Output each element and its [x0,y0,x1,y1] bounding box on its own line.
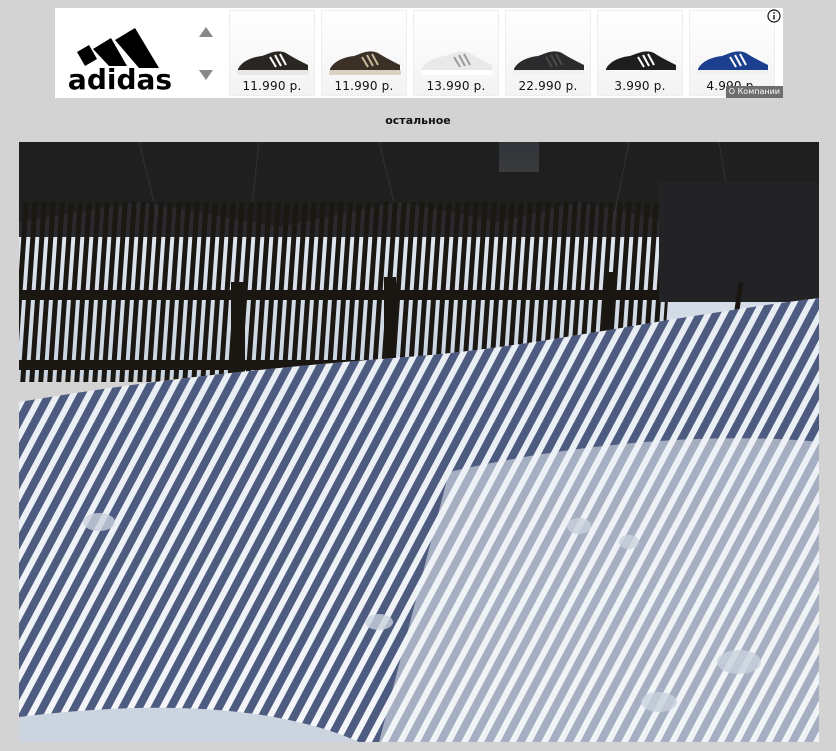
shoe-icon [237,51,309,75]
arrow-down-icon[interactable] [198,67,214,81]
ad-banner[interactable]: adidas 11.990 р. 11.990 р. 13.990 р. 22.990… [55,8,783,98]
snow-fence-photo [19,142,819,742]
brand-wordmark: adidas [68,63,172,96]
product-price: 11.990 р. [242,79,302,93]
carousel-controls [191,8,221,98]
product-tile[interactable]: 3.990 р. [597,10,683,96]
product-price: 13.990 р. [426,79,486,93]
product-tile[interactable]: 4.990 р. [689,10,775,96]
info-icon[interactable] [767,8,781,23]
shoe-icon [329,51,401,75]
brand-logo[interactable]: adidas [55,8,185,98]
product-price: 22.990 р. [518,79,578,93]
product-tile[interactable]: 22.990 р. [505,10,591,96]
shoe-icon [421,51,493,75]
product-price: 3.990 р. [614,79,666,93]
product-price: 11.990 р. [334,79,394,93]
product-carousel: 11.990 р. 11.990 р. 13.990 р. 22.990 р. 3.99… [229,10,783,96]
about-company-link[interactable]: О Компании [725,86,783,98]
product-tile[interactable]: 11.990 р. [229,10,315,96]
shoe-icon [697,51,769,75]
arrow-up-icon[interactable] [198,24,214,38]
shoe-icon [605,51,677,75]
shoe-icon [513,51,585,75]
section-title: остальное [385,114,451,127]
product-tile[interactable]: 11.990 р. [321,10,407,96]
product-tile[interactable]: 13.990 р. [413,10,499,96]
